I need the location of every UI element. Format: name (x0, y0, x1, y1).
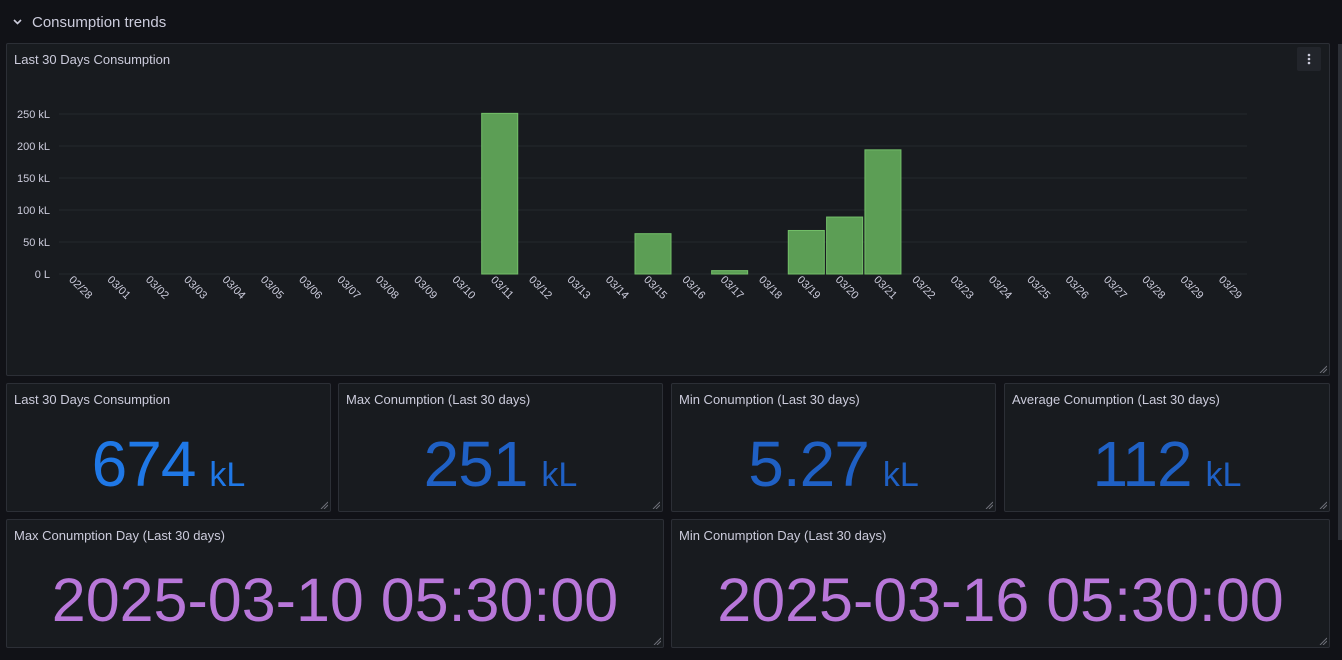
y-tick-label: 50 kL (23, 237, 50, 249)
x-tick-label: 03/25 (1024, 274, 1052, 302)
x-tick-label: 03/16 (679, 274, 707, 302)
stat-unit: kL (209, 456, 246, 494)
resize-handle-icon[interactable] (985, 501, 993, 509)
chart-panel[interactable]: Last 30 Days Consumption 0 L 50 kL 100 kL 1… (6, 43, 1330, 376)
stat-value-group: 674 kL (7, 432, 330, 496)
x-tick-label: 03/19 (794, 274, 822, 302)
x-tick-label: 03/17 (718, 274, 746, 302)
x-tick-label: 03/09 (411, 274, 439, 302)
resize-handle-icon[interactable] (1319, 501, 1327, 509)
resize-handle-icon[interactable] (652, 501, 660, 509)
y-tick-label: 150 kL (17, 173, 50, 185)
x-tick-label: 03/23 (948, 274, 976, 302)
stat-date-value: 2025-03-16 05:30:00 (717, 566, 1284, 634)
y-tick-label: 0 L (35, 269, 50, 281)
x-tick-label: 03/27 (1101, 274, 1129, 302)
stat-value-group: 112 kL (1005, 432, 1329, 496)
x-tick-label: 03/29 (1178, 274, 1206, 302)
stat-date-value: 2025-03-10 05:30:00 (51, 566, 619, 634)
resize-handle-icon[interactable] (653, 637, 661, 645)
stat-title: Min Conumption (Last 30 days) (679, 392, 860, 407)
y-tick-label: 250 kL (17, 109, 50, 121)
x-tick-label: 02/28 (66, 274, 94, 302)
date-panel-max-day[interactable]: Max Conumption Day (Last 30 days) 2025-0… (6, 519, 664, 648)
x-tick-label: 03/05 (258, 274, 286, 302)
x-tick-label: 03/12 (526, 274, 554, 302)
stat-value: 674 (91, 428, 197, 500)
x-tick-label: 03/11 (488, 274, 515, 301)
stat-unit: kL (541, 456, 578, 494)
x-tick-label: 03/10 (450, 274, 478, 302)
x-tick-label: 03/14 (603, 274, 631, 302)
bar[interactable] (787, 229, 825, 275)
scrollbar[interactable] (1338, 44, 1342, 540)
resize-handle-icon[interactable] (1319, 637, 1327, 645)
stat-title: Max Conumption Day (Last 30 days) (14, 528, 225, 543)
x-tick-label: 03/07 (335, 274, 363, 302)
stat-unit: kL (1205, 456, 1242, 494)
stat-title: Min Conumption Day (Last 30 days) (679, 528, 887, 543)
bar[interactable] (826, 216, 864, 275)
stat-panel-average[interactable]: Average Conumption (Last 30 days) 112 kL (1004, 383, 1330, 512)
row-title: Consumption trends (32, 13, 167, 31)
x-tick-label: 03/06 (296, 274, 324, 302)
stat-value: 251 (423, 428, 529, 500)
stat-value-group: 251 kL (339, 432, 662, 496)
stat-unit: kL (882, 456, 919, 494)
chevron-down-icon[interactable] (12, 19, 22, 25)
x-tick-label: 03/28 (1139, 274, 1167, 302)
x-tick-label: 03/20 (833, 274, 861, 302)
bar[interactable] (864, 149, 902, 275)
x-tick-label: 03/21 (871, 274, 899, 302)
x-tick-label: 03/01 (105, 274, 133, 302)
x-tick-label: 03/26 (1063, 274, 1091, 302)
stat-panel-total[interactable]: Last 30 Days Consumption 674 kL (6, 383, 331, 512)
stat-value: 5.27 (748, 428, 870, 500)
stat-panel-min[interactable]: Min Conumption (Last 30 days) 5.27 kL (671, 383, 996, 512)
x-tick-label: 03/29 (1216, 274, 1244, 302)
stat-title: Average Conumption (Last 30 days) (1012, 392, 1220, 407)
y-tick-label: 100 kL (17, 205, 50, 217)
stat-title: Last 30 Days Consumption (14, 392, 171, 407)
x-tick-label: 03/22 (909, 274, 937, 302)
y-tick-label: 200 kL (17, 141, 50, 153)
row-header[interactable]: Consumption trends (0, 0, 1342, 44)
x-tick-label: 03/02 (143, 274, 171, 302)
bar-chart[interactable]: 0 L 50 kL 100 kL 150 kL 200 kL 250 kL 02/28 03/… (7, 74, 1329, 374)
panel-title: Last 30 Days Consumption (14, 52, 171, 67)
bar[interactable] (711, 270, 749, 275)
stat-title: Max Conumption (Last 30 days) (346, 392, 531, 407)
x-tick-label: 03/04 (220, 274, 248, 302)
stat-value-group: 5.27 kL (672, 432, 995, 496)
resize-handle-icon[interactable] (1319, 365, 1327, 373)
x-tick-label: 03/18 (756, 274, 784, 302)
bar[interactable] (634, 233, 672, 275)
bar[interactable] (481, 112, 519, 275)
x-tick-label: 03/03 (181, 274, 209, 302)
stat-value: 112 (1092, 428, 1193, 500)
x-tick-label: 03/24 (986, 274, 1014, 302)
resize-handle-icon[interactable] (320, 501, 328, 509)
stat-panel-max[interactable]: Max Conumption (Last 30 days) 251 kL (338, 383, 663, 512)
x-tick-label: 03/15 (641, 274, 669, 302)
x-tick-label: 03/08 (373, 274, 401, 302)
kebab-menu-icon[interactable] (1297, 47, 1321, 71)
date-panel-min-day[interactable]: Min Conumption Day (Last 30 days) 2025-0… (671, 519, 1330, 648)
x-tick-label: 03/13 (564, 274, 592, 302)
